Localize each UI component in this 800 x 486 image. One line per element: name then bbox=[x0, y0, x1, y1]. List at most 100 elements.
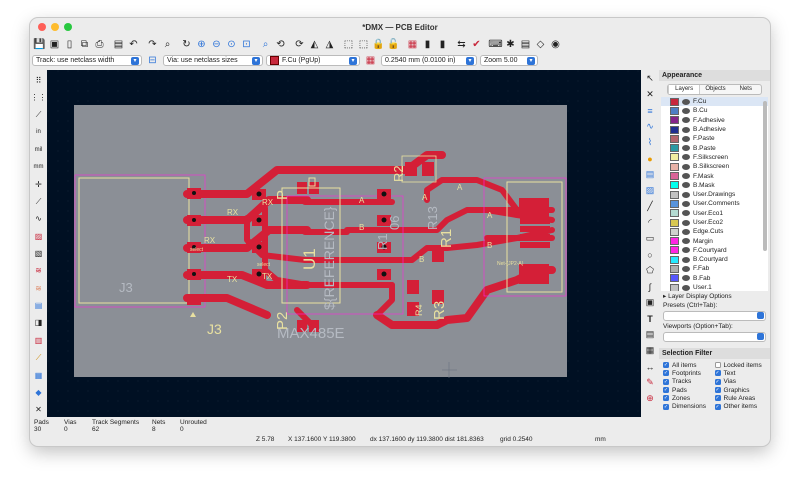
layer-manager-icon[interactable]: ▦ bbox=[31, 368, 46, 382]
ungroup-icon[interactable]: ⬚ bbox=[356, 38, 371, 52]
filter-tracks[interactable]: ✓ Tracks bbox=[663, 378, 715, 386]
origin-icon[interactable]: ⊕ bbox=[643, 391, 658, 406]
tab-objects[interactable]: Objects bbox=[700, 85, 730, 94]
layer-row-user-eco2[interactable]: User.Eco2 bbox=[661, 218, 768, 227]
filter-zones[interactable]: ✓ Zones bbox=[663, 394, 715, 402]
presets-select[interactable] bbox=[663, 311, 766, 321]
polar-coords-icon[interactable]: ⟋ bbox=[31, 108, 46, 122]
units-mm-icon[interactable]: mm bbox=[31, 160, 46, 174]
zoom-in-icon[interactable]: ⊕ bbox=[194, 38, 209, 52]
layer-color-swatch[interactable] bbox=[670, 134, 679, 143]
filter-footprints[interactable]: ✓ Footprints bbox=[663, 369, 715, 377]
microwave-icon[interactable]: ⟋ bbox=[31, 351, 46, 365]
lock-icon[interactable]: 🔒 bbox=[371, 38, 386, 52]
layer-row-f-silkscreen[interactable]: F.Silkscreen bbox=[661, 153, 768, 162]
checkbox[interactable]: ✓ bbox=[714, 370, 721, 377]
layer-row-b-cu[interactable]: B.Cu bbox=[661, 106, 768, 115]
footprint-browser-icon[interactable]: ▮ bbox=[435, 38, 450, 52]
layer-row-f-courtyard[interactable]: F.Courtyard bbox=[661, 246, 768, 255]
rule-area-icon[interactable]: ▨ bbox=[643, 183, 658, 198]
eye-icon[interactable] bbox=[682, 117, 690, 124]
scripting-icon[interactable]: ⌨ bbox=[488, 38, 503, 52]
units-mil-icon[interactable]: mil bbox=[31, 142, 46, 156]
layer-color-swatch[interactable] bbox=[670, 255, 679, 264]
eye-icon[interactable] bbox=[682, 135, 690, 142]
board-setup-icon[interactable]: ▣ bbox=[47, 38, 62, 52]
checkbox[interactable]: ✓ bbox=[663, 378, 669, 385]
bezier-icon[interactable]: ∫ bbox=[643, 279, 658, 294]
layer-color-swatch[interactable] bbox=[670, 274, 679, 283]
layer-color-swatch[interactable] bbox=[670, 162, 679, 171]
eye-icon[interactable] bbox=[682, 126, 690, 133]
layer-row-f-mask[interactable]: F.Mask bbox=[661, 171, 768, 181]
footprint-editor-icon[interactable]: ▮ bbox=[420, 38, 435, 52]
draw-polygon-icon[interactable]: ⬠ bbox=[643, 263, 658, 278]
filter-vias[interactable]: ✓ Vias bbox=[714, 378, 767, 386]
eye-icon[interactable] bbox=[682, 256, 690, 263]
eye-icon[interactable] bbox=[682, 284, 690, 291]
layer-color-swatch[interactable] bbox=[670, 209, 679, 218]
text-box-icon[interactable]: ▤ bbox=[643, 327, 658, 342]
add-zone-icon[interactable]: ▤ bbox=[643, 167, 658, 182]
table-icon[interactable]: ▦ bbox=[643, 343, 658, 358]
local-ratsnest-icon[interactable]: ✕ bbox=[643, 87, 658, 102]
layer-row-user-comments[interactable]: User.Comments bbox=[661, 199, 768, 208]
checkbox[interactable]: ✓ bbox=[663, 395, 669, 402]
filter-rule-areas[interactable]: ✓ Rule Areas bbox=[714, 394, 767, 402]
layer-row-user-drawings[interactable]: User.Drawings bbox=[661, 190, 768, 199]
rotate-ccw-icon[interactable]: ⟲ bbox=[273, 38, 288, 52]
select-icon[interactable]: ↖ bbox=[643, 71, 658, 86]
update-pcb-icon[interactable]: ⇆ bbox=[454, 38, 469, 52]
filter-all-items[interactable]: ✓ All items bbox=[663, 361, 715, 369]
add-via-icon[interactable]: ● bbox=[643, 151, 658, 166]
layer-row-f-adhesive[interactable]: F.Adhesive bbox=[661, 116, 768, 125]
layer-color-swatch[interactable] bbox=[670, 264, 679, 273]
eye-icon[interactable] bbox=[682, 173, 690, 180]
plot-icon[interactable]: ▤ bbox=[111, 38, 126, 52]
pad-fill-icon[interactable]: ≋ bbox=[31, 264, 46, 278]
checkbox[interactable] bbox=[714, 362, 721, 369]
eye-icon[interactable] bbox=[682, 210, 690, 217]
kicad-icon[interactable]: ◉ bbox=[548, 38, 563, 52]
tab-layers[interactable]: Layers bbox=[668, 85, 701, 94]
mirror-v-icon[interactable]: ◭ bbox=[307, 38, 322, 52]
unlock-icon[interactable]: 🔓 bbox=[386, 38, 401, 52]
netlist-icon[interactable]: ▦ bbox=[405, 38, 420, 52]
group-icon[interactable]: ⬚ bbox=[341, 38, 356, 52]
filter-pads[interactable]: ✓ Pads bbox=[663, 386, 715, 394]
layer-row-b-courtyard[interactable]: B.Courtyard bbox=[661, 255, 768, 264]
layer-color-swatch[interactable] bbox=[670, 116, 679, 125]
pcb-canvas[interactable]: J3 J3 U1 ${REFERENCE} MAX485E P2 P R2 R1… bbox=[47, 70, 641, 417]
layer-color-swatch[interactable] bbox=[670, 246, 679, 255]
interactive-router-icon[interactable]: ◇ bbox=[533, 38, 548, 52]
minimize-window-button[interactable] bbox=[51, 23, 59, 31]
filter-text[interactable]: ✓ Text bbox=[714, 369, 767, 377]
layer-list-scrollbar[interactable] bbox=[763, 101, 767, 251]
layer-color-swatch[interactable] bbox=[670, 144, 679, 153]
route-diff-pair-icon[interactable]: ∿ bbox=[643, 119, 658, 134]
layer-color-swatch[interactable] bbox=[670, 190, 679, 199]
layer-row-f-cu[interactable]: F.Cu bbox=[661, 97, 768, 107]
eye-icon[interactable] bbox=[682, 228, 690, 235]
layer-row-margin[interactable]: Margin bbox=[661, 236, 768, 246]
via-fill-icon[interactable]: ≋ bbox=[31, 281, 46, 295]
eye-icon[interactable] bbox=[682, 107, 690, 114]
3d-icon[interactable]: ◆ bbox=[31, 385, 46, 399]
find-icon[interactable]: ⌕ bbox=[160, 38, 175, 52]
python-icon[interactable]: ✱ bbox=[503, 38, 518, 52]
eye-icon[interactable] bbox=[682, 219, 690, 226]
checkbox[interactable]: ✓ bbox=[714, 403, 721, 410]
eye-icon[interactable] bbox=[682, 247, 690, 254]
layer-color-swatch[interactable] bbox=[670, 106, 679, 115]
eye-icon[interactable] bbox=[682, 182, 690, 189]
zoom-fit-icon[interactable]: ⊙ bbox=[224, 38, 239, 52]
layer-color-swatch[interactable] bbox=[670, 97, 679, 106]
eye-icon[interactable] bbox=[682, 163, 690, 170]
draw-rect-icon[interactable]: ▭ bbox=[643, 231, 658, 246]
add-text-icon[interactable]: T bbox=[643, 311, 658, 326]
layer-color-swatch[interactable] bbox=[670, 218, 679, 227]
layer-color-swatch[interactable] bbox=[670, 125, 679, 134]
viewports-select[interactable] bbox=[663, 332, 766, 342]
close-window-button[interactable] bbox=[38, 23, 46, 31]
layer-row-user-eco1[interactable]: User.Eco1 bbox=[661, 209, 768, 218]
